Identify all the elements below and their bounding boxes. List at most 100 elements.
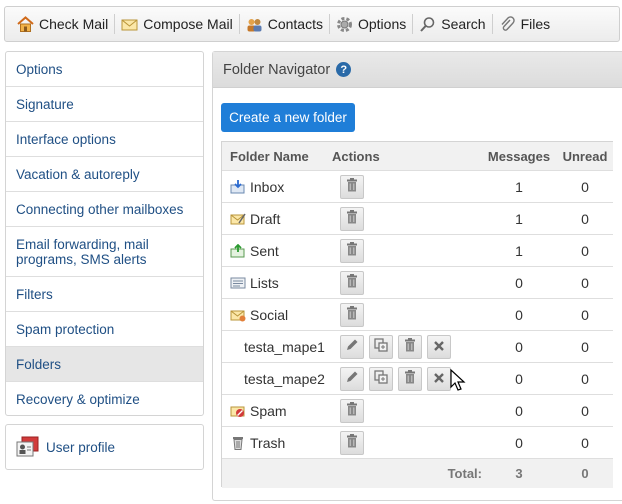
total-messages: 3 (515, 466, 523, 481)
delete-button[interactable] (398, 334, 422, 359)
actions-cell (340, 270, 364, 295)
delete-button[interactable] (340, 270, 364, 295)
add-folder-icon (374, 338, 388, 355)
help-icon[interactable]: ? (336, 62, 352, 77)
contacts-icon (246, 16, 263, 33)
sidebar-item-label: Recovery & optimize (16, 392, 140, 407)
search-button[interactable]: Search (413, 7, 491, 41)
sidebar-item-label: Vacation & autoreply (16, 166, 140, 182)
folder-name[interactable]: Draft (250, 211, 280, 227)
spam-icon (230, 404, 246, 418)
messages-count: 1 (515, 242, 523, 259)
compose-mail-button[interactable]: Compose Mail (115, 7, 238, 41)
inbox-icon (230, 179, 246, 194)
delete-button[interactable] (340, 206, 364, 231)
unread-count: 0 (581, 338, 589, 355)
folder-name[interactable]: testa_mape2 (244, 371, 325, 387)
table-row: Spam 0 0 (222, 395, 613, 427)
user-profile-link[interactable]: User profile (5, 424, 204, 470)
files-label: Files (520, 16, 551, 32)
sidebar-item-filters[interactable]: Filters (6, 277, 203, 312)
folder-name-cell: Sent (230, 243, 279, 259)
files-button[interactable]: Files (493, 7, 557, 41)
folder-name[interactable]: Lists (250, 275, 279, 291)
messages-count: 1 (515, 210, 523, 227)
add-folder-icon (374, 370, 388, 387)
pencil-icon (345, 370, 359, 387)
sidebar-item-other-mailboxes[interactable]: Connecting other mailboxes (6, 192, 203, 227)
create-folder-button[interactable]: Create a new folder (221, 103, 355, 132)
check-mail-button[interactable]: Check Mail (11, 7, 114, 41)
trash-icon (346, 242, 358, 259)
sidebar-item-spam-protection[interactable]: Spam protection (6, 312, 203, 347)
unread-count: 0 (581, 210, 589, 227)
add-subfolder-button[interactable] (369, 334, 393, 359)
options-button[interactable]: Options (330, 7, 412, 41)
contacts-label: Contacts (267, 16, 323, 32)
trash-icon (346, 274, 358, 291)
delete-button[interactable] (340, 174, 364, 199)
delete-button[interactable] (340, 238, 364, 263)
add-subfolder-button[interactable] (369, 366, 393, 391)
messages-count: 0 (515, 434, 523, 451)
messages-count: 0 (515, 370, 523, 387)
compose-mail-label: Compose Mail (143, 16, 233, 32)
sidebar-item-vacation[interactable]: Vacation & autoreply (6, 157, 203, 192)
folder-name-cell: Spam (230, 403, 287, 419)
trash-icon (346, 210, 358, 227)
sidebar-item-folders[interactable]: Folders (6, 347, 203, 382)
table-row: Trash 0 0 (222, 427, 613, 459)
sidebar-item-recovery[interactable]: Recovery & optimize (6, 382, 203, 415)
delete-button[interactable] (340, 398, 364, 423)
actions-cell (340, 430, 364, 455)
envelope-icon (121, 16, 138, 33)
folder-name[interactable]: testa_mape1 (244, 339, 325, 355)
rename-button[interactable] (340, 334, 364, 359)
delete-button[interactable] (340, 302, 364, 327)
trash-icon (404, 370, 416, 387)
table-header: Folder Name Actions Messages Unread (222, 142, 613, 171)
total-unread: 0 (581, 466, 589, 481)
mouse-cursor-icon (450, 368, 466, 396)
sidebar-item-options[interactable]: Options (6, 52, 203, 87)
social-icon (230, 308, 246, 322)
remove-folder-button[interactable] (427, 366, 451, 391)
messages-count: 0 (515, 338, 523, 355)
folder-name[interactable]: Inbox (250, 179, 284, 195)
unread-count: 0 (581, 274, 589, 291)
sidebar-item-label: Connecting other mailboxes (16, 201, 184, 217)
sidebar-item-label: Signature (16, 96, 74, 112)
folder-name[interactable]: Social (250, 307, 288, 323)
sidebar-item-interface-options[interactable]: Interface options (6, 122, 203, 157)
options-label: Options (357, 16, 407, 32)
panel-header: Folder Navigator ? (213, 52, 622, 88)
unread-count: 0 (581, 434, 589, 451)
total-label: Total: (447, 466, 482, 481)
rename-button[interactable] (340, 366, 364, 391)
sidebar-item-label: Email forwarding, mail programs, SMS ale… (16, 236, 149, 267)
folder-navigator-panel: Folder Navigator ? Create a new folder F… (212, 51, 622, 501)
table-row: testa_mape2 0 0 (222, 363, 613, 395)
delete-button[interactable] (398, 366, 422, 391)
trash-icon (404, 338, 416, 355)
folder-name[interactable]: Spam (250, 403, 287, 419)
sidebar-item-label: Spam protection (16, 321, 115, 337)
actions-cell (340, 206, 364, 231)
sidebar-item-forwarding[interactable]: Email forwarding, mail programs, SMS ale… (6, 227, 203, 277)
folders-table: Folder Name Actions Messages Unread Inbo… (221, 141, 613, 488)
delete-button[interactable] (340, 430, 364, 455)
contacts-button[interactable]: Contacts (240, 7, 329, 41)
folder-name-cell: Lists (230, 275, 279, 291)
search-label: Search (441, 16, 486, 32)
folder-name-cell: Inbox (230, 179, 284, 195)
folder-name-cell: Social (230, 307, 288, 323)
trash-icon (346, 434, 358, 451)
folder-name[interactable]: Trash (250, 435, 285, 451)
remove-folder-button[interactable] (427, 334, 451, 359)
folder-name-cell: Draft (230, 211, 280, 227)
folder-name[interactable]: Sent (250, 243, 279, 259)
table-row: Social 0 0 (222, 299, 613, 331)
trash-icon (346, 178, 358, 195)
sidebar-item-signature[interactable]: Signature (6, 87, 203, 122)
trash-icon (346, 306, 358, 323)
